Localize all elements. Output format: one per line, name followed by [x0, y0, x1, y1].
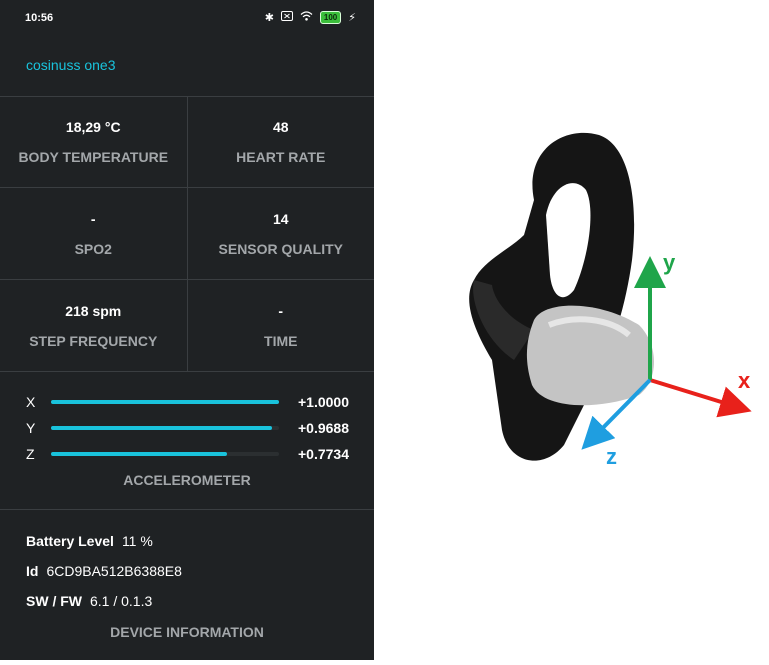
charging-icon: ⚡	[348, 12, 356, 24]
battery-icon: 100	[319, 11, 342, 24]
metric-label: HEART RATE	[236, 148, 326, 165]
metric-label: SPO2	[74, 240, 112, 257]
earpiece-axes-diagram: x y z	[469, 132, 752, 469]
axis-name: Y	[26, 420, 36, 436]
axis-name: X	[26, 394, 36, 410]
status-bar: 10:56 ✱ 100 ⚡	[0, 0, 374, 36]
status-time: 10:56	[25, 12, 54, 24]
app-screen: 10:56 ✱ 100 ⚡ cosinuss one3 18,29 °C BOD…	[0, 0, 374, 660]
accel-row-z: Z +0.7734	[0, 445, 374, 463]
metrics-grid: 18,29 °C BODY TEMPERATURE 48 HEART RATE …	[0, 96, 374, 372]
info-value: 6.1 / 0.1.3	[90, 593, 153, 609]
metric-label: BODY TEMPERATURE	[18, 148, 169, 165]
accel-row-y: Y +0.9688	[0, 419, 374, 437]
axis-name: Z	[26, 446, 35, 462]
earpiece-body	[469, 132, 635, 461]
status-icons: ✱ 100 ⚡	[265, 11, 356, 24]
accelerometer-label: ACCELEROMETER	[123, 472, 251, 488]
bluetooth-icon: ✱	[264, 12, 274, 24]
info-key: SW / FW	[26, 593, 82, 609]
metric-time: - TIME	[188, 280, 375, 371]
metric-sensor-quality: 14 SENSOR QUALITY	[188, 188, 375, 279]
accel-row-x: X +1.0000	[0, 393, 374, 411]
device-name[interactable]: cosinuss one3	[26, 57, 116, 73]
earpiece-photo: x y z	[374, 0, 769, 660]
metrics-row: 18,29 °C BODY TEMPERATURE 48 HEART RATE	[0, 96, 374, 188]
metrics-row: - SPO2 14 SENSOR QUALITY	[0, 188, 374, 280]
axis-value: +0.7734	[298, 446, 349, 462]
axis-value: +0.9688	[298, 420, 349, 436]
x-axis-arrow	[649, 378, 752, 418]
battery-level-row: Battery Level 11 %	[26, 533, 153, 549]
accel-bar-fill	[51, 452, 228, 456]
device-info-section: Battery Level 11 % Id 6CD9BA512B6388E8 SW …	[0, 510, 374, 660]
metric-spo2: - SPO2	[0, 188, 188, 279]
metric-step-frequency: 218 spm STEP FREQUENCY	[0, 280, 188, 371]
metric-value: -	[278, 302, 284, 319]
metric-body-temperature: 18,29 °C BODY TEMPERATURE	[0, 96, 188, 187]
wifi-icon	[300, 11, 313, 24]
device-id-row: Id 6CD9BA512B6388E8	[26, 563, 182, 579]
metric-heart-rate: 48 HEART RATE	[188, 96, 375, 187]
metrics-row: 218 spm STEP FREQUENCY - TIME	[0, 280, 374, 372]
z-axis-label: z	[606, 444, 617, 469]
y-axis-label: y	[663, 250, 676, 275]
no-sim-icon	[280, 11, 293, 24]
accel-bar-track	[51, 400, 279, 404]
metric-value: 14	[272, 210, 289, 227]
metric-value: 218 spm	[65, 302, 122, 319]
metric-value: 18,29 °C	[65, 118, 121, 135]
accel-bar-fill	[51, 400, 279, 404]
x-axis-label: x	[738, 368, 751, 393]
metric-label: SENSOR QUALITY	[218, 240, 343, 257]
accel-bar-track	[51, 452, 279, 456]
accel-bar-fill	[51, 426, 272, 430]
info-key: Id	[26, 563, 39, 579]
info-key: Battery Level	[26, 533, 114, 549]
device-information-label: DEVICE INFORMATION	[110, 624, 264, 640]
ear-tip	[526, 305, 654, 406]
info-value: 11 %	[121, 533, 153, 549]
metric-label: TIME	[264, 332, 298, 349]
app-bar: cosinuss one3	[0, 36, 374, 97]
metric-value: 48	[272, 118, 289, 135]
axis-value: +1.0000	[298, 394, 349, 410]
metric-value: -	[90, 210, 96, 227]
metric-label: STEP FREQUENCY	[29, 332, 158, 349]
accel-bar-track	[51, 426, 279, 430]
accelerometer-section: X +1.0000 Y +0.9688 Z +0.7734 ACCELEROME…	[0, 371, 374, 510]
info-value: 6CD9BA512B6388E8	[46, 563, 182, 579]
firmware-row: SW / FW 6.1 / 0.1.3	[26, 593, 152, 609]
